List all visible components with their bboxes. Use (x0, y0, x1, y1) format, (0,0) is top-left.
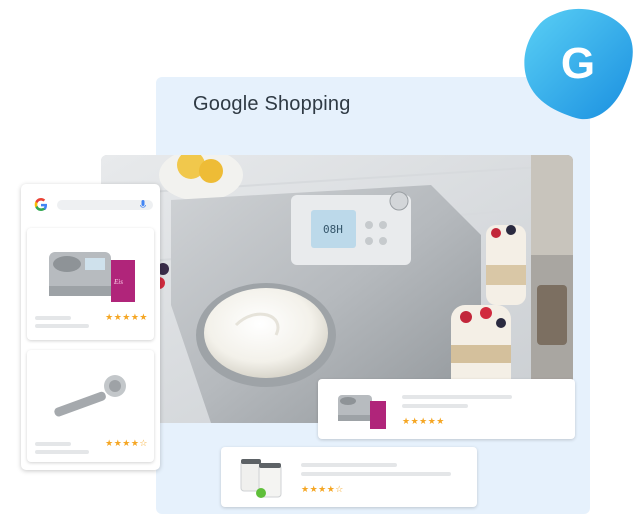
rating-stars: ★★★★★ (105, 313, 148, 323)
ice-cream-scoop-image (54, 375, 126, 417)
google-badge-icon: G (524, 8, 633, 120)
ice-cream-maker-image: Eis (49, 252, 135, 302)
svg-text:Eis: Eis (113, 278, 123, 286)
google-g-icon (34, 198, 47, 211)
result-card[interactable]: Eis ★★★★★ (27, 228, 154, 340)
ice-cream-containers-image (240, 459, 282, 498)
rating-stars: ★★★★★ (402, 417, 445, 427)
panel-title: Google Shopping (193, 93, 351, 115)
result-card[interactable]: ★★★★☆ (27, 350, 154, 462)
rating-stars: ★★★★☆ (105, 439, 148, 449)
ice-cream-maker-image (338, 395, 386, 429)
rating-stars: ★★★★☆ (301, 485, 344, 495)
search-input[interactable] (57, 200, 153, 210)
phone-search-results: Eis ★★★★★ ★★★★☆ (21, 184, 160, 470)
shopping-ad-card[interactable]: ★★★★★ (318, 379, 575, 439)
svg-text:08H: 08H (323, 223, 343, 236)
microphone-icon[interactable] (140, 200, 146, 210)
shopping-ad-card[interactable]: ★★★★☆ (221, 447, 477, 507)
badge-letter: G (561, 39, 595, 88)
